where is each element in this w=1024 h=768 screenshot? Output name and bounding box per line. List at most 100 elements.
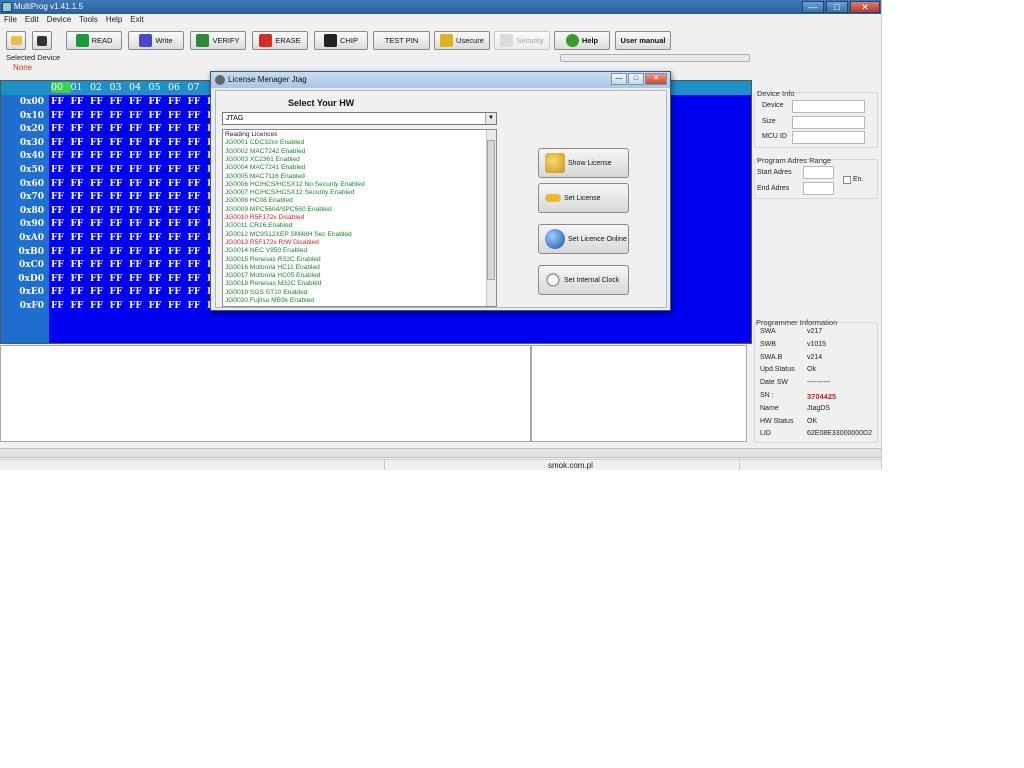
hex-cell[interactable]: FF [106, 260, 126, 274]
hex-cell[interactable]: FF [164, 165, 184, 179]
hex-cell[interactable]: FF [184, 179, 204, 193]
hex-cell[interactable]: FF [47, 192, 67, 206]
hex-cell[interactable]: FF [86, 260, 106, 274]
progress-slider[interactable] [560, 54, 750, 62]
hex-cell[interactable]: FF [145, 206, 165, 220]
hex-cell[interactable]: FF [164, 219, 184, 233]
hex-cell[interactable]: FF [86, 247, 106, 261]
hex-cell[interactable]: FF [86, 192, 106, 206]
show-license-button[interactable]: Show License [538, 148, 629, 178]
hex-cell[interactable]: FF [125, 179, 145, 193]
minimize-button[interactable]: — [802, 1, 824, 13]
hex-cell[interactable]: FF [67, 219, 87, 233]
hex-cell[interactable]: FF [145, 260, 165, 274]
hex-cell[interactable]: FF [47, 287, 67, 301]
hex-cell[interactable]: FF [86, 287, 106, 301]
hex-cell[interactable]: FF [164, 260, 184, 274]
hex-cell[interactable]: FF [86, 124, 106, 138]
hex-cell[interactable]: FF [86, 138, 106, 152]
hex-cell[interactable]: FF [184, 111, 204, 125]
hex-cell[interactable]: FF [164, 138, 184, 152]
hex-cell[interactable]: FF [164, 247, 184, 261]
hex-cell[interactable]: FF [67, 206, 87, 220]
dialog-close-button[interactable]: ✕ [645, 73, 667, 85]
hex-cell[interactable]: FF [125, 247, 145, 261]
hex-cell[interactable]: FF [125, 287, 145, 301]
licence-list[interactable]: Reading Licences JG0001 CDC32xx Enabled JG… [222, 129, 497, 307]
menu-tools[interactable]: Tools [79, 14, 98, 26]
open-file-button[interactable] [6, 31, 26, 50]
hex-cell[interactable]: FF [184, 97, 204, 111]
hex-cell[interactable]: FF [86, 179, 106, 193]
menu-device[interactable]: Device [47, 14, 71, 26]
set-internal-clock-button[interactable]: Set Internal Clock [538, 265, 629, 295]
hex-cell[interactable]: FF [106, 179, 126, 193]
hex-cell[interactable]: FF [125, 274, 145, 288]
end-adres-field[interactable] [803, 182, 834, 195]
hex-cell[interactable]: FF [47, 274, 67, 288]
hex-cell[interactable]: FF [67, 179, 87, 193]
hex-cell[interactable]: FF [164, 192, 184, 206]
dialog-minimize-button[interactable]: — [611, 73, 627, 85]
menu-exit[interactable]: Exit [130, 14, 143, 26]
enable-range-checkbox[interactable] [843, 176, 851, 184]
test-pin-button[interactable]: TEST PIN [373, 31, 430, 50]
hex-cell[interactable]: FF [106, 192, 126, 206]
hex-cell[interactable]: FF [125, 233, 145, 247]
hex-cell[interactable]: FF [145, 233, 165, 247]
hex-cell[interactable]: FF [106, 138, 126, 152]
hex-cell[interactable]: FF [47, 206, 67, 220]
hex-cell[interactable]: FF [145, 97, 165, 111]
security-button[interactable]: Security [494, 31, 550, 50]
hex-cell[interactable]: FF [106, 151, 126, 165]
read-button[interactable]: READ [66, 31, 122, 50]
hex-cell[interactable]: FF [125, 97, 145, 111]
hex-cell[interactable]: FF [67, 192, 87, 206]
hex-cell[interactable]: FF [106, 206, 126, 220]
hex-cell[interactable]: FF [164, 274, 184, 288]
hex-cell[interactable]: FF [164, 301, 184, 315]
hex-cell[interactable]: FF [106, 165, 126, 179]
dialog-maximize-button[interactable]: □ [628, 73, 644, 85]
hex-cell[interactable]: FF [106, 219, 126, 233]
user-manual-button[interactable]: User manual [615, 31, 671, 50]
hex-cell[interactable]: FF [145, 124, 165, 138]
hex-cell[interactable]: FF [86, 165, 106, 179]
horizontal-scrollbar[interactable] [0, 448, 881, 458]
hex-cell[interactable]: FF [145, 138, 165, 152]
hex-cell[interactable]: FF [47, 97, 67, 111]
hex-cell[interactable]: FF [145, 219, 165, 233]
hex-cell[interactable]: FF [67, 165, 87, 179]
hex-cell[interactable]: FF [164, 206, 184, 220]
menu-file[interactable]: File [4, 14, 17, 26]
hex-cell[interactable]: FF [184, 274, 204, 288]
hex-cell[interactable]: FF [125, 165, 145, 179]
hex-cell[interactable]: FF [106, 247, 126, 261]
maximize-button[interactable]: □ [826, 1, 848, 13]
hex-cell[interactable]: FF [164, 233, 184, 247]
set-licence-online-button[interactable]: Set Licence Online [538, 224, 629, 254]
hex-cell[interactable]: FF [184, 206, 204, 220]
hex-cell[interactable]: FF [86, 219, 106, 233]
hex-cell[interactable]: FF [125, 192, 145, 206]
hex-cell[interactable]: FF [184, 151, 204, 165]
hex-cell[interactable]: FF [145, 192, 165, 206]
menu-help[interactable]: Help [106, 14, 122, 26]
hex-cell[interactable]: FF [164, 111, 184, 125]
hex-cell[interactable]: FF [67, 301, 87, 315]
chip-button[interactable]: CHIP [314, 31, 368, 50]
hex-cell[interactable]: FF [125, 138, 145, 152]
hex-cell[interactable]: FF [67, 287, 87, 301]
hex-cell[interactable]: FF [164, 151, 184, 165]
hex-cell[interactable]: FF [184, 247, 204, 261]
hex-cell[interactable]: FF [184, 219, 204, 233]
hex-cell[interactable]: FF [86, 233, 106, 247]
hex-cell[interactable]: FF [86, 151, 106, 165]
start-adres-field[interactable] [803, 166, 834, 179]
hex-cell[interactable]: FF [47, 260, 67, 274]
hex-cell[interactable]: FF [164, 287, 184, 301]
hex-cell[interactable]: FF [106, 124, 126, 138]
hex-cell[interactable]: FF [125, 151, 145, 165]
hex-cell[interactable]: FF [86, 97, 106, 111]
hex-cell[interactable]: FF [106, 233, 126, 247]
